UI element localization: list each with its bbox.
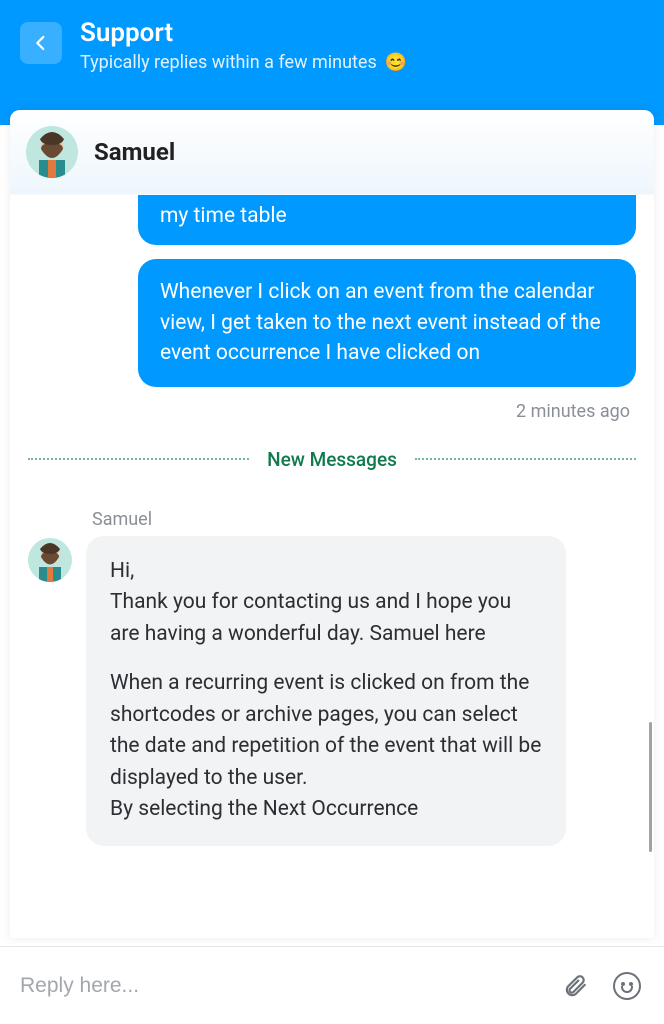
subtitle-text: Typically replies within a few minutes (80, 52, 377, 73)
emoji-button[interactable] (610, 969, 644, 1003)
header-subtitle: Typically replies within a few minutes 😊 (80, 52, 407, 73)
agent-message-paragraph: When a recurring event is clicked on fro… (110, 668, 542, 826)
user-message: my time table (138, 195, 636, 245)
header-title: Support (80, 18, 407, 48)
agent-sender-label: Samuel (92, 509, 636, 530)
agent-avatar (26, 126, 78, 178)
paperclip-icon (562, 972, 588, 1000)
divider-label: New Messages (267, 448, 397, 471)
chat-scroll-area[interactable]: my time table Whenever I click on an eve… (10, 195, 654, 938)
divider-line (415, 458, 636, 460)
chat-card: Samuel my time table Whenever I click on… (10, 110, 654, 938)
agent-message-paragraph: Hi, Thank you for contacting us and I ho… (110, 556, 542, 651)
chat-header: Support Typically replies within a few m… (0, 0, 664, 125)
agent-message: Hi, Thank you for contacting us and I ho… (86, 536, 566, 846)
user-message: Whenever I click on an event from the ca… (138, 259, 636, 386)
new-messages-divider: New Messages (28, 448, 636, 471)
chevron-left-icon (32, 31, 50, 55)
divider-line (28, 458, 249, 460)
back-button[interactable] (20, 22, 62, 64)
agent-name: Samuel (94, 138, 175, 166)
reply-bar (0, 946, 664, 1024)
attachment-button[interactable] (558, 969, 592, 1003)
smiley-icon (613, 972, 641, 1000)
agent-message-row: Hi, Thank you for contacting us and I ho… (28, 536, 636, 846)
smile-emoji-icon: 😊 (385, 52, 407, 73)
reply-input[interactable] (20, 974, 540, 998)
scrollbar-thumb[interactable] (649, 722, 652, 852)
agent-avatar-small (28, 538, 72, 582)
message-timestamp: 2 minutes ago (28, 401, 630, 422)
agent-bar: Samuel (10, 110, 654, 195)
